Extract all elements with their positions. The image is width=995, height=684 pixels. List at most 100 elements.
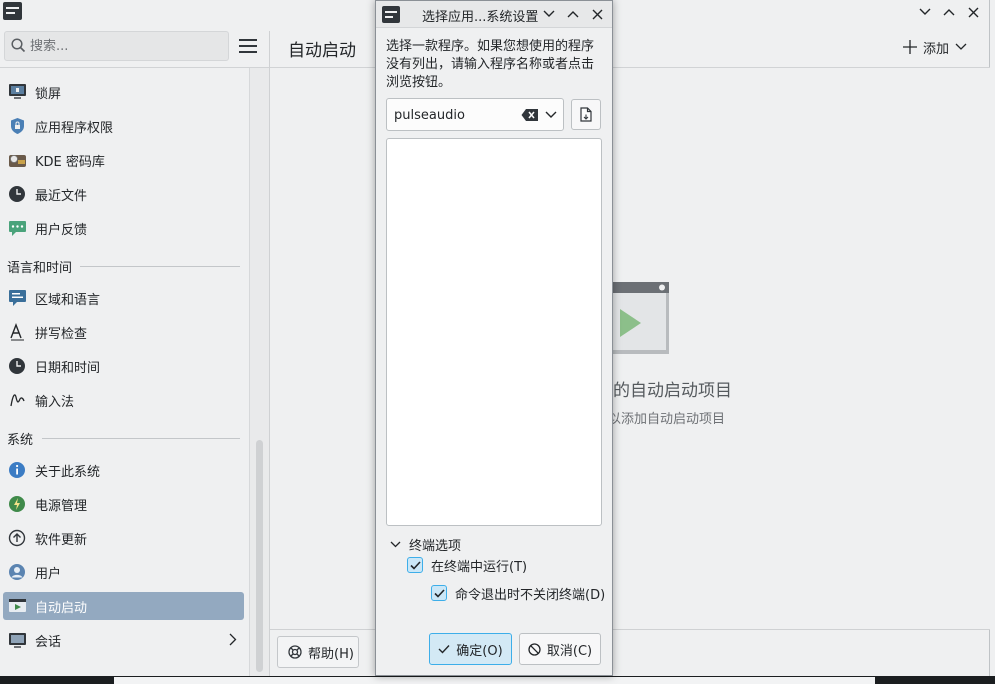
empty-state-hint: 以添加自动启动项目 [608, 412, 726, 427]
terminal-options-label: 终端选项 [409, 538, 462, 554]
open-file-icon [580, 107, 592, 122]
feedback-icon [9, 221, 26, 236]
run-in-terminal-option[interactable]: 在终端中运行(T) [407, 555, 527, 575]
sidebar-item-power-management[interactable]: 电源管理 [3, 490, 244, 518]
sidebar-item-screen-lock[interactable]: 锁屏 [3, 78, 244, 106]
sidebar-item-label: KDE 密码库 [35, 155, 105, 170]
cancel-icon [528, 642, 541, 656]
chevron-down-icon [919, 8, 931, 15]
sidebar-item-region-language[interactable]: 区域和语言 [3, 284, 244, 312]
chevron-down-icon [955, 43, 967, 50]
dialog-close-button[interactable] [588, 5, 606, 23]
sidebar-item-label: 用户 [35, 567, 62, 582]
page-title: 自动启动 [288, 41, 356, 61]
checkmark-icon [433, 588, 445, 598]
dialog-title: 选择应用...系统设置 [422, 10, 539, 25]
autostart-placeholder-icon [608, 282, 669, 354]
maximize-button[interactable] [939, 2, 959, 22]
close-icon [592, 9, 602, 19]
browse-button[interactable] [571, 99, 601, 130]
close-icon [968, 7, 978, 17]
keep-terminal-open-option[interactable]: 命令退出时不关闭终端(D) [431, 583, 605, 603]
chevron-up-icon [567, 11, 579, 18]
run-in-terminal-label: 在终端中运行(T) [431, 559, 528, 575]
dialog-maximize-button[interactable] [564, 5, 582, 23]
section-header-language-time: 语言和时间 [7, 261, 73, 276]
dialog-instructions: 选择一款程序。如果您想使用的程序没有列出，请输入程序名称或者点击浏览按钮。 [386, 39, 595, 90]
help-button-label: 帮助(H) [308, 646, 354, 662]
section-divider [42, 438, 240, 439]
sidebar-item-label: 用户反馈 [35, 223, 88, 238]
sidebar-item-label: 锁屏 [35, 87, 62, 102]
sidebar-item-spell-check[interactable]: 拼写检查 [3, 318, 244, 346]
checkmark-icon [438, 645, 450, 654]
wallet-icon [9, 155, 26, 167]
add-button-label: 添加 [923, 41, 950, 57]
sidebar-scrollbar-thumb[interactable] [256, 440, 263, 672]
dialog-app-icon[interactable] [382, 6, 400, 23]
sidebar-item-label: 软件更新 [35, 533, 88, 548]
sidebar-item-label: 关于此系统 [35, 465, 101, 480]
minimize-button[interactable] [915, 2, 935, 22]
keep-terminal-open-label: 命令退出时不关闭终端(D) [455, 587, 606, 603]
monitor-lock-icon [9, 84, 26, 99]
chevron-down-icon [390, 541, 401, 547]
ok-button-label: 确定(O) [456, 643, 503, 659]
search-icon [11, 38, 26, 53]
application-name-input[interactable] [394, 105, 514, 125]
sidebar-item-label: 自动启动 [35, 601, 88, 616]
choose-application-dialog: 选择应用...系统设置 选择一款程序。如果您想使用的程序没有列出，请输入程序名称… [375, 0, 613, 676]
sidebar-item-kde-wallet[interactable]: KDE 密码库 [3, 146, 244, 174]
search-input[interactable] [30, 36, 220, 56]
spellcheck-icon [10, 323, 24, 341]
sidebar: 锁屏 应用程序权限 KDE 密码库 最近文件 用户反馈 语言和时间 区域和语言 … [0, 68, 250, 676]
close-window-button[interactable] [963, 2, 983, 22]
add-button[interactable]: 添加 [903, 36, 967, 58]
empty-state-title: 定的自动启动项目 [596, 381, 732, 401]
sidebar-item-users[interactable]: 用户 [3, 558, 244, 586]
help-button[interactable]: 帮助(H) [277, 636, 359, 668]
plus-icon [903, 40, 917, 54]
input-method-icon [10, 394, 25, 407]
sidebar-item-label: 应用程序权限 [35, 121, 114, 136]
sidebar-item-software-update[interactable]: 软件更新 [3, 524, 244, 552]
sidebar-item-about-system[interactable]: 关于此系统 [3, 456, 244, 484]
sidebar-item-label: 电源管理 [35, 499, 88, 514]
region-icon [9, 290, 26, 306]
ok-button[interactable]: 确定(O) [429, 633, 512, 665]
chevron-down-icon[interactable] [544, 109, 558, 121]
info-icon [9, 462, 25, 478]
chevron-down-icon [543, 10, 555, 17]
sidebar-item-date-time[interactable]: 日期和时间 [3, 352, 244, 380]
update-icon [8, 529, 26, 547]
clock-icon [9, 358, 25, 374]
sidebar-item-user-feedback[interactable]: 用户反馈 [3, 214, 244, 242]
chevron-up-icon [943, 9, 955, 16]
background-window-edge [114, 677, 875, 684]
shield-lock-icon [11, 118, 24, 134]
sidebar-item-autostart[interactable]: 自动启动 [3, 592, 244, 620]
cancel-button[interactable]: 取消(C) [519, 633, 601, 665]
dialog-minimize-button[interactable] [540, 5, 558, 23]
clear-text-icon[interactable] [521, 108, 539, 122]
session-icon [9, 633, 26, 648]
sidebar-item-app-permissions[interactable]: 应用程序权限 [3, 112, 244, 140]
sidebar-item-label: 会话 [35, 635, 62, 650]
sidebar-item-label: 最近文件 [35, 189, 88, 204]
section-header-system: 系统 [7, 433, 34, 448]
application-list[interactable] [386, 138, 602, 526]
sidebar-item-recent-files[interactable]: 最近文件 [3, 180, 244, 208]
chevron-right-icon [229, 633, 237, 646]
checkmark-icon [409, 560, 421, 570]
run-in-terminal-checkbox[interactable] [407, 557, 423, 573]
keep-terminal-open-checkbox[interactable] [431, 585, 447, 601]
sidebar-item-label: 区域和语言 [35, 293, 101, 308]
hamburger-menu-button[interactable] [236, 35, 260, 57]
sidebar-item-session[interactable]: 会话 [3, 626, 244, 654]
power-icon [9, 496, 25, 512]
clock-icon [9, 186, 25, 202]
section-divider [80, 266, 240, 267]
terminal-options-toggle[interactable]: 终端选项 [390, 534, 461, 554]
system-settings-app-icon[interactable] [3, 2, 22, 20]
sidebar-item-input-method[interactable]: 输入法 [3, 386, 244, 414]
